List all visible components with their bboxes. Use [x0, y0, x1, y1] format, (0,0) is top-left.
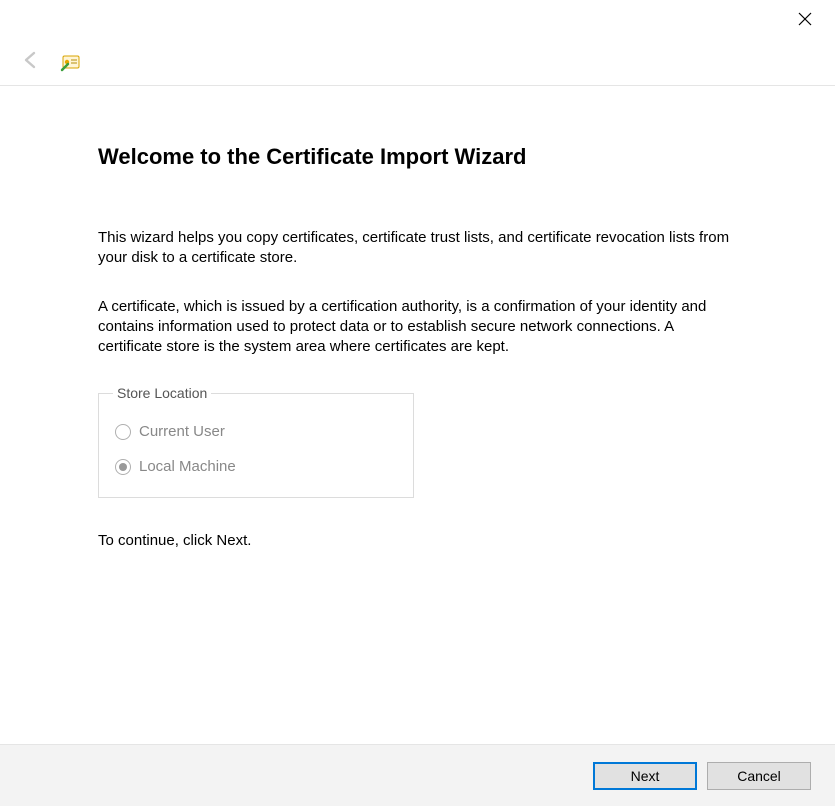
page-title: Welcome to the Certificate Import Wizard [98, 144, 737, 170]
explain-paragraph: A certificate, which is issued by a cert… [98, 297, 737, 358]
close-button[interactable] [795, 9, 815, 29]
radio-label-local-machine: Local Machine [139, 458, 236, 475]
store-location-group: Store Location Current User Local Machin… [98, 385, 414, 498]
back-arrow-icon [20, 49, 42, 75]
cancel-button[interactable]: Cancel [707, 762, 811, 790]
intro-paragraph: This wizard helps you copy certificates,… [98, 228, 737, 269]
radio-icon [115, 424, 131, 440]
footer: Next Cancel [0, 744, 835, 806]
radio-label-current-user: Current User [139, 423, 225, 440]
close-icon [798, 12, 812, 26]
radio-icon [115, 459, 131, 475]
radio-local-machine[interactable]: Local Machine [115, 454, 399, 479]
titlebar [0, 0, 835, 38]
wizard-content: Welcome to the Certificate Import Wizard… [0, 86, 835, 549]
certificate-wizard-icon [60, 50, 84, 74]
continue-text: To continue, click Next. [98, 532, 737, 549]
store-location-legend: Store Location [113, 385, 211, 401]
radio-current-user[interactable]: Current User [115, 419, 399, 444]
next-button[interactable]: Next [593, 762, 697, 790]
toolbar [0, 38, 835, 86]
